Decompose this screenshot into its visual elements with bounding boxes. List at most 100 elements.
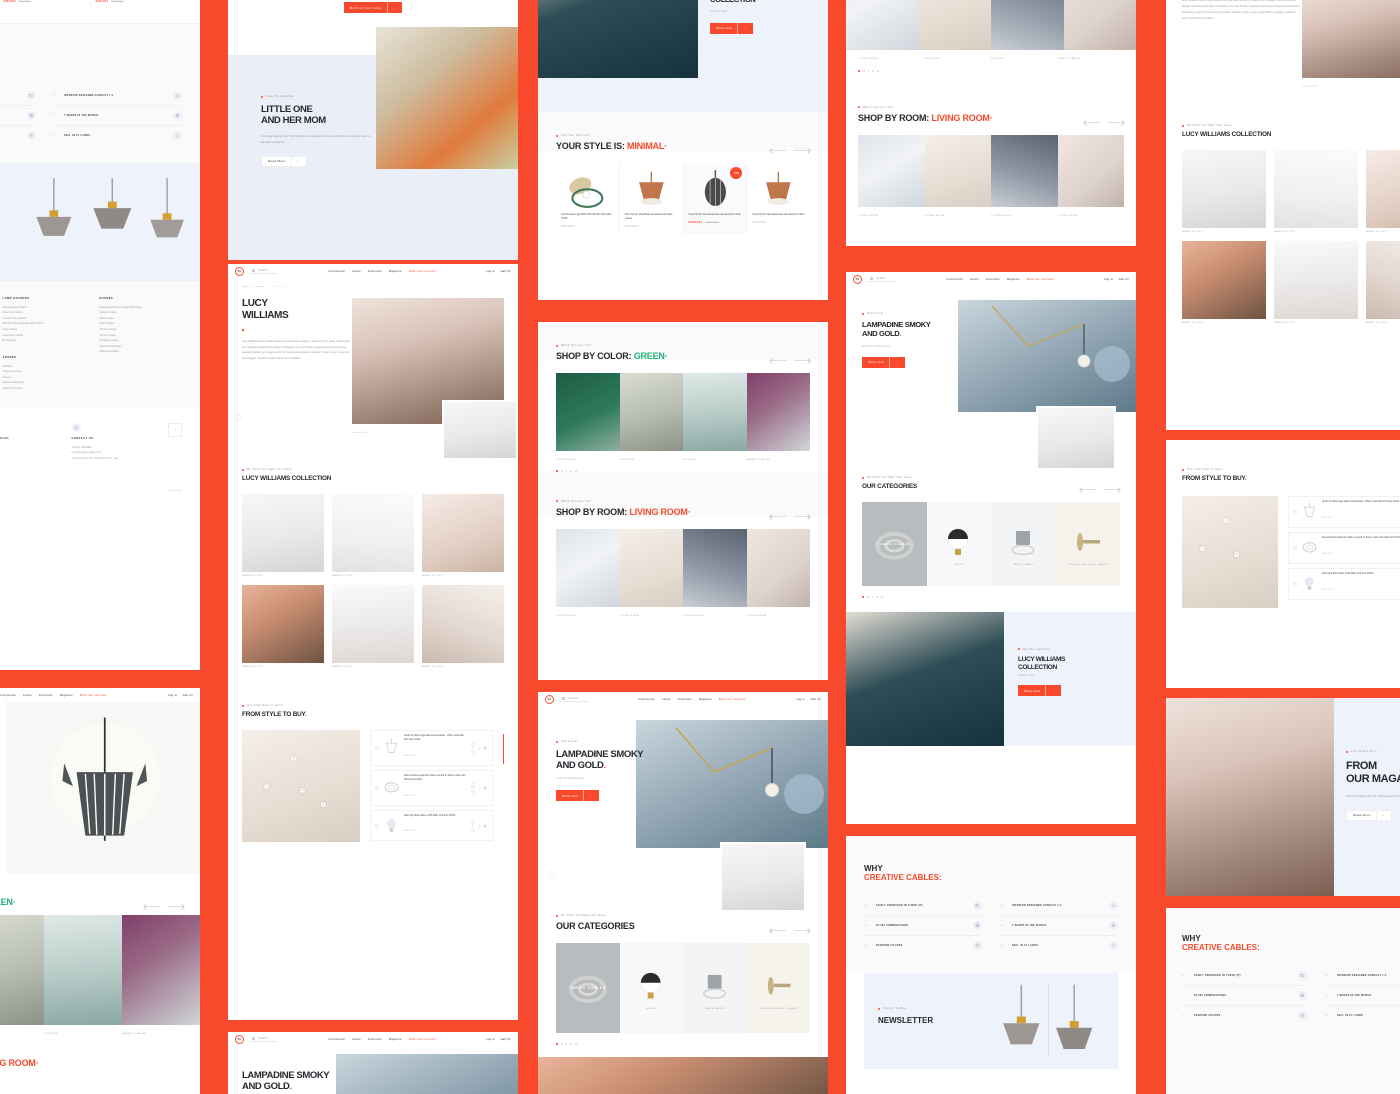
nav-link-lamps[interactable]: Lamps: [970, 278, 979, 281]
read-more-button[interactable]: Read More →: [1346, 809, 1392, 821]
nav-link-magazine[interactable]: Magazine: [60, 694, 73, 697]
carousel-arrows[interactable]: [770, 360, 810, 361]
collection-item[interactable]: WARM & COSY: [422, 585, 504, 668]
shop-now-button[interactable]: Shop Now →: [710, 22, 753, 34]
cart-link[interactable]: Cart (2): [501, 270, 511, 273]
why-row[interactable]: 01 / FAIRLY PRODUCED IN TURIN (IT): [0, 86, 36, 106]
carousel-dots[interactable]: [862, 596, 1120, 598]
search-input[interactable]: Search: [250, 268, 278, 275]
build-your-lamp-button[interactable]: Build up Your Lamp →: [344, 2, 402, 13]
nav-link-magazine[interactable]: Magazine: [1007, 278, 1020, 281]
nav-link-magazine[interactable]: Magazine: [699, 698, 712, 701]
nav-link-inspiration[interactable]: Inspiration: [368, 1038, 382, 1041]
collection-item[interactable]: WARM & COSY: [1274, 241, 1358, 324]
quantity-stepper[interactable]: + 1 −: [470, 741, 475, 754]
why-row[interactable]: 03 / PANTONE COLORS: [0, 126, 36, 145]
qty-decrease-button[interactable]: −: [470, 827, 475, 832]
read-more-button[interactable]: Read More →: [261, 155, 307, 167]
search-input[interactable]: Search: [560, 696, 588, 703]
carousel-arrows[interactable]: [770, 930, 810, 931]
room-thumb[interactable]: [858, 134, 925, 207]
nav-link-components[interactable]: Components: [946, 278, 963, 281]
product-card[interactable]: Dimo Copper Metal Bell Lampshade with ca…: [619, 163, 684, 234]
style-to-buy-row[interactable]: 3 LED Light Bulb Globe G125 Milky 11W E2…: [1288, 567, 1400, 600]
nav-link-components[interactable]: Components: [328, 270, 345, 273]
why-row[interactable]: 04 / INTERIOR DESIGNER-CONSULT 1:1: [52, 86, 182, 106]
why-row[interactable]: 03 / PANTONE COLORS: [864, 936, 982, 955]
footer-link[interactable]: Adapters for tracks: [3, 386, 86, 392]
cart-link[interactable]: Cart (2): [183, 694, 193, 697]
logo[interactable]: CC: [235, 1034, 244, 1044]
nav-link-inspiration[interactable]: Inspiration: [39, 694, 53, 697]
collection-item[interactable]: WARM & COSY: [1182, 241, 1266, 324]
collection-item[interactable]: WARM & COSY: [1366, 150, 1400, 233]
collection-item[interactable]: WARM & COSY: [1366, 241, 1400, 324]
qty-decrease-button[interactable]: −: [470, 749, 475, 754]
login-link[interactable]: Log in: [1104, 278, 1112, 281]
product-card[interactable]: Led Porcelain Light Bulb STNI 4W E27 Dim…: [556, 163, 620, 234]
collection-item[interactable]: WARM & COSY: [332, 585, 414, 668]
hotspot-marker[interactable]: 4: [321, 802, 326, 807]
category-card-fabric-cables[interactable]: FABRIC CABLES: [862, 502, 927, 586]
collection-item[interactable]: WARM & COSY: [242, 585, 324, 668]
product-card[interactable]: Prysa Nordic Oiled lampshade with alumin…: [747, 163, 810, 234]
nav-link-inspiration[interactable]: Inspiration: [368, 270, 382, 273]
why-row[interactable]: 05 / 7 SHOPS IN THE WORLD: [52, 106, 182, 126]
quantity-stepper[interactable]: + 3 m −: [470, 781, 475, 794]
why-row[interactable]: 05 / 7 SHOPS IN THE WORLD: [1000, 916, 1118, 936]
nav-link-build-your-own-lamp[interactable]: Build your own lamp: [1027, 278, 1054, 281]
footer-link[interactable]: Glass lampshades: [99, 349, 182, 355]
search-input[interactable]: Search: [868, 276, 896, 283]
nav-link-components[interactable]: Components: [0, 694, 16, 697]
room-thumb[interactable]: [991, 134, 1058, 207]
room-thumb[interactable]: [746, 528, 810, 607]
shop-now-button[interactable]: Shop Now →: [862, 356, 905, 368]
nav-link-components[interactable]: Components: [638, 698, 655, 701]
cart-link[interactable]: Cart (2): [811, 698, 821, 701]
nav-link-inspiration[interactable]: Inspiration: [986, 278, 1000, 281]
color-thumb[interactable]: [556, 373, 620, 451]
product-card[interactable]: -15% Prysa Nordic Oiled lampshade with a…: [683, 163, 748, 234]
qty-decrease-button[interactable]: −: [470, 789, 475, 794]
why-row[interactable]: 01 / FAIRLY PRODUCED IN TURIN (IT): [864, 896, 982, 916]
category-card-ceiling-wall-lamps[interactable]: CEILING AND WALL LAMPS: [746, 943, 810, 1033]
footer-link[interactable]: EL standard: [3, 338, 86, 344]
category-card-bulbs[interactable]: BULBS: [926, 502, 991, 586]
category-card-table-lamps[interactable]: TABLE LAMPS: [683, 943, 747, 1033]
cart-icon[interactable]: 🛒: [478, 785, 488, 790]
category-card-fabric-cables[interactable]: FABRIC CABLES CC: [556, 943, 620, 1033]
why-row[interactable]: 04 / INTERIOR DESIGNER-CONSULT 1:1: [1325, 966, 1400, 986]
logo[interactable]: CC: [545, 694, 554, 704]
color-thumb[interactable]: [122, 915, 200, 1025]
room-thumb[interactable]: [918, 0, 991, 50]
hotspot-marker[interactable]: 2: [291, 756, 296, 761]
color-thumb[interactable]: [0, 915, 44, 1025]
nav-link-build-your-own-lamp[interactable]: Build your own lamp: [80, 694, 107, 697]
cart-link[interactable]: Cart (2): [501, 1038, 511, 1041]
collection-item[interactable]: WARM & COSY: [1274, 150, 1358, 233]
collection-item[interactable]: WARM & COSY: [1182, 150, 1266, 233]
why-row[interactable]: 03 / PANTONE COLORS: [1182, 1006, 1307, 1025]
color-thumb[interactable]: [746, 373, 810, 451]
why-row[interactable]: 02 / 50.000 COMBINATIONS: [0, 106, 36, 126]
category-card-table-lamps[interactable]: TABLE LAMPS: [991, 502, 1056, 586]
color-thumb[interactable]: [44, 915, 122, 1025]
carousel-arrows[interactable]: [770, 150, 810, 151]
product-card[interactable]: Round Electric Cable covered by Rayon fa…: [0, 0, 91, 9]
hotspot-marker[interactable]: 1: [1200, 546, 1205, 551]
color-thumb[interactable]: [683, 373, 747, 451]
quantity-stepper[interactable]: + 1 −: [470, 819, 475, 832]
category-card-ceiling-wall-lamps[interactable]: CEILING AND WALL LAMPS: [1055, 502, 1120, 586]
carousel-arrows[interactable]: [770, 516, 810, 517]
why-row[interactable]: 02 / 50.000 COMBINATIONS: [1182, 986, 1307, 1006]
qty-increase-button[interactable]: +: [470, 819, 475, 824]
nav-link-lamps[interactable]: Lamps: [352, 270, 361, 273]
nav-link-lamps[interactable]: Lamps: [352, 1038, 361, 1041]
cart-icon[interactable]: 🛒: [478, 823, 488, 828]
footer-link[interactable]: Instagram: [0, 467, 58, 473]
nav-link-lamps[interactable]: Lamps: [23, 694, 32, 697]
room-thumb[interactable]: [1063, 0, 1136, 50]
scroll-down-button[interactable]: ↓: [234, 414, 241, 421]
carousel-arrows[interactable]: [144, 906, 184, 907]
nav-link-magazine[interactable]: Magazine: [389, 270, 402, 273]
